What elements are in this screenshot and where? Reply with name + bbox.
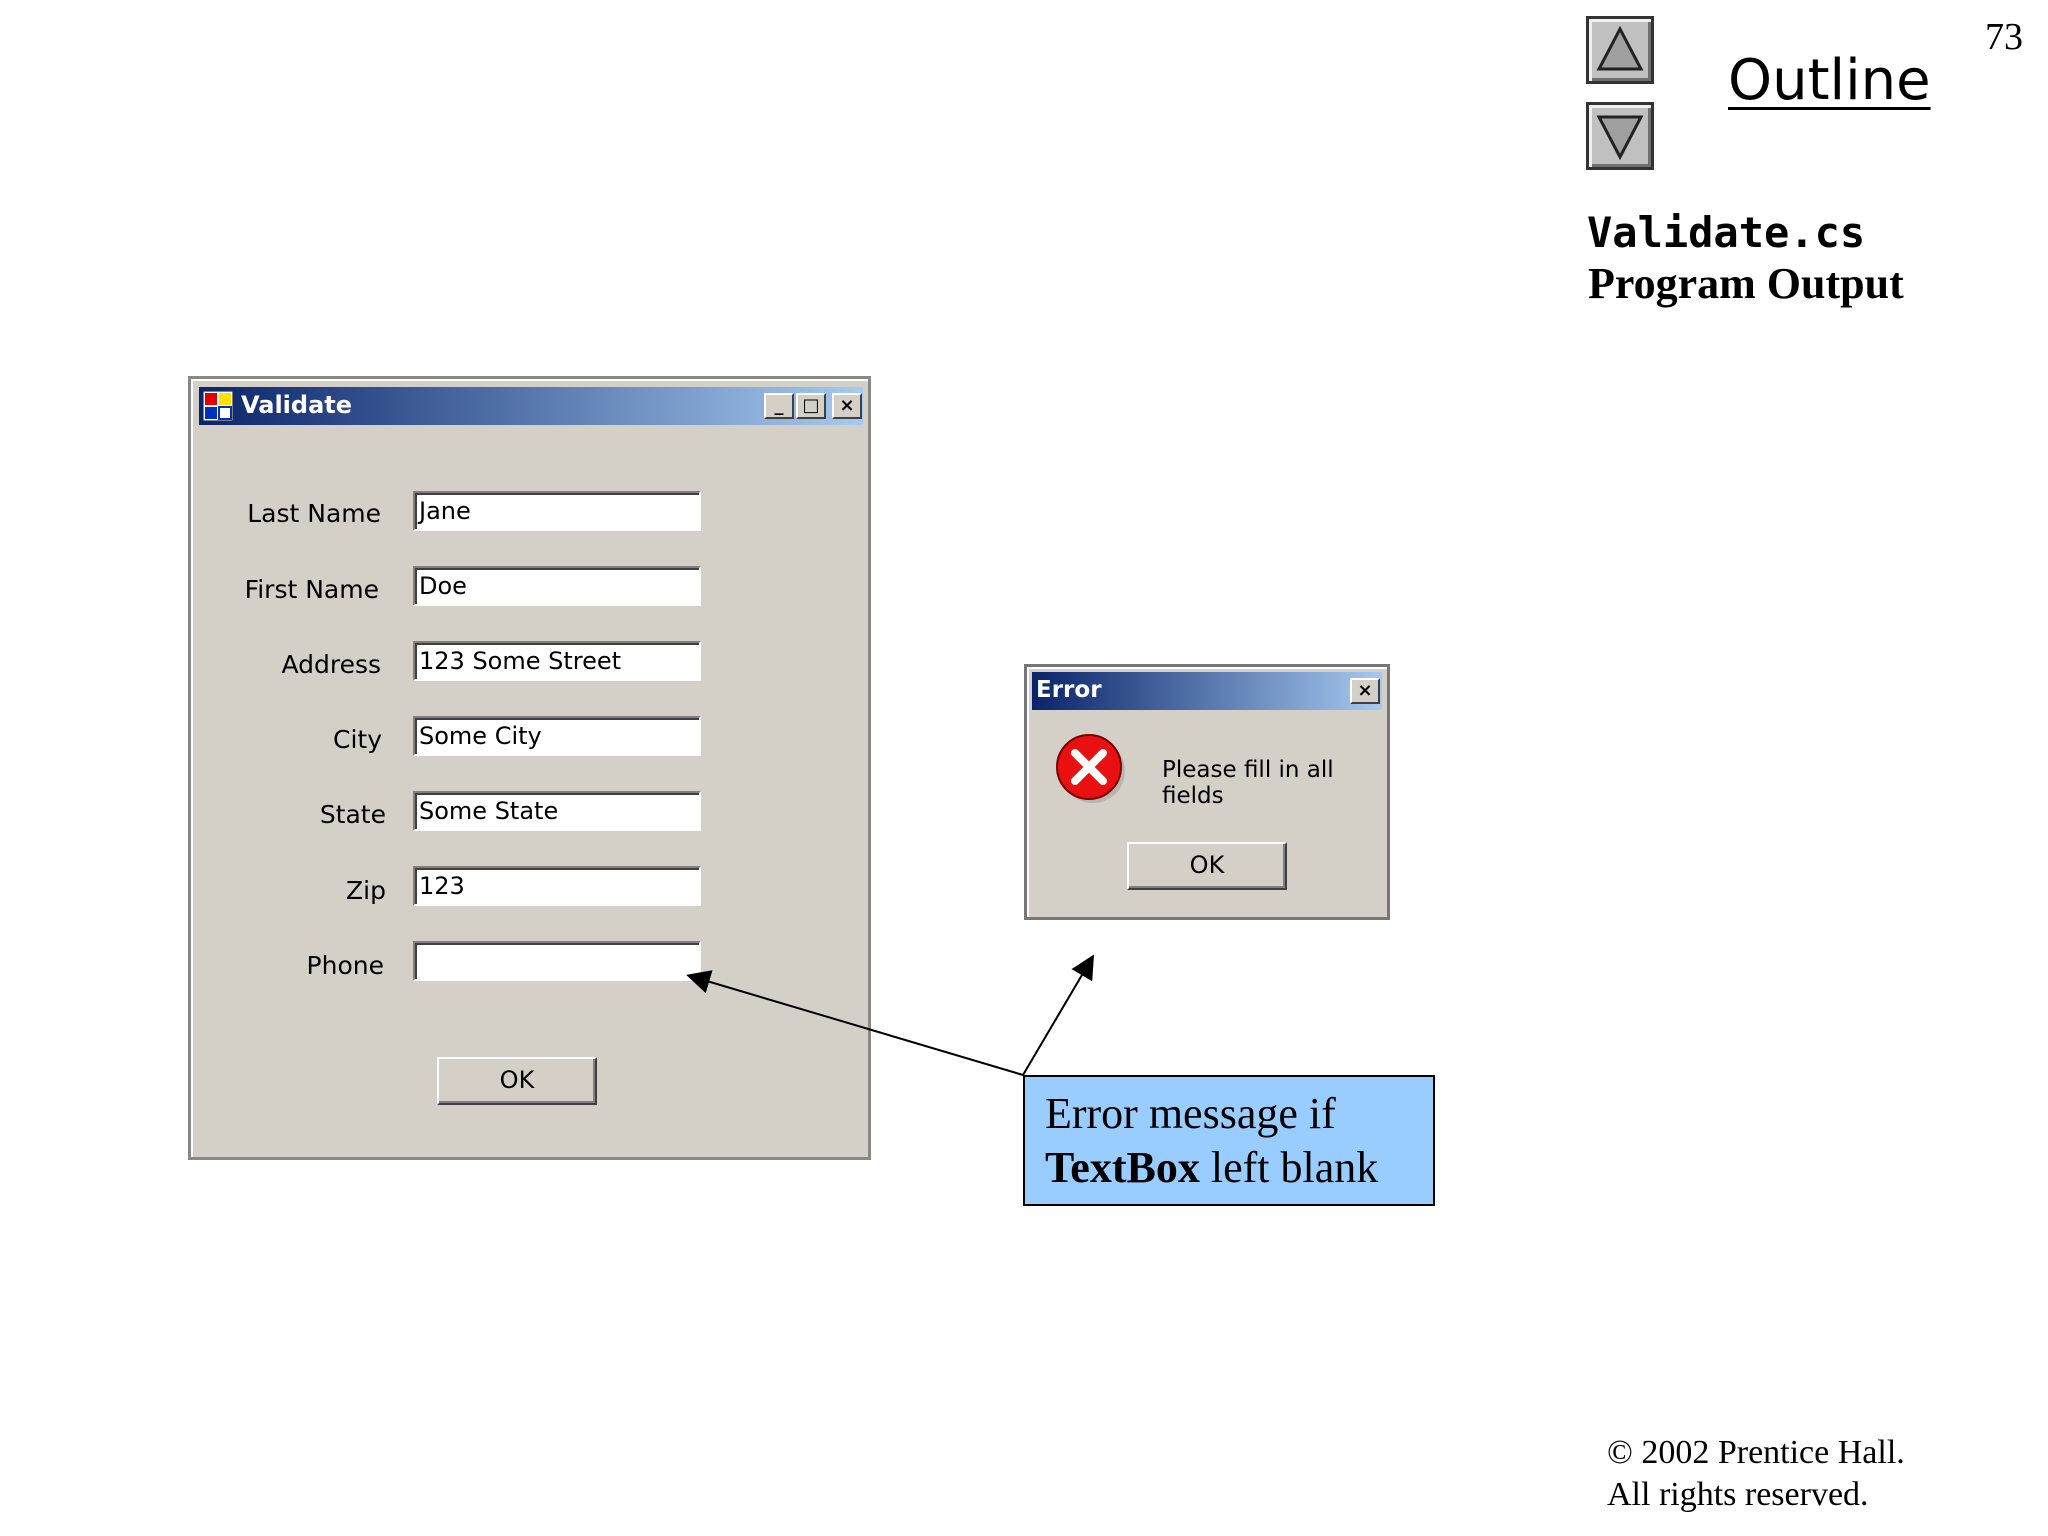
- copyright: © 2002 Prentice Hall. All rights reserve…: [1607, 1432, 1905, 1516]
- arrow-to-error-dialog: [1022, 954, 1095, 1076]
- callout-box: Error message if TextBox left blank: [1023, 1075, 1435, 1206]
- callout-line-1: Error message if: [1045, 1089, 1336, 1138]
- callout-arrows: [686, 954, 1095, 1076]
- copyright-line-1: © 2002 Prentice Hall.: [1607, 1434, 1905, 1471]
- callout-line-2: TextBox left blank: [1045, 1141, 1413, 1195]
- copyright-line-2: All rights reserved.: [1607, 1476, 1869, 1513]
- arrow-to-phone-textbox: [686, 970, 1024, 1076]
- callout-bold-word: TextBox: [1045, 1143, 1200, 1192]
- callout-line-2-rest: left blank: [1199, 1143, 1379, 1192]
